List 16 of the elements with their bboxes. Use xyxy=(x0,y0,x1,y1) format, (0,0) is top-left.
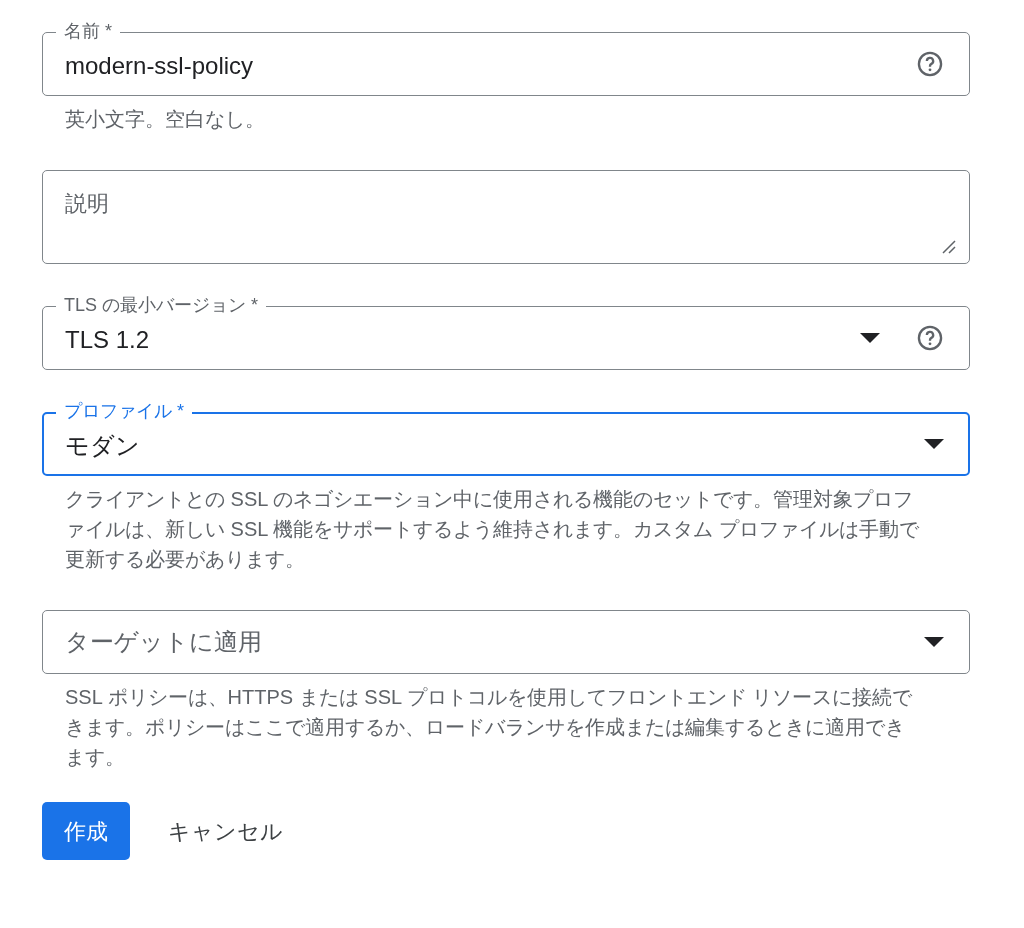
help-icon[interactable] xyxy=(916,50,944,78)
dropdown-field[interactable]: ターゲットに適用 xyxy=(42,610,970,674)
helper-text: クライアントとの SSL のネゴシエーション中に使用される機能のセットです。管理対象プロファイルは、新しい SSL 機能をサポートするよう維持されます。カスタム プロファイルは手動で更新する必要があります。 xyxy=(64,487,920,572)
cancel-button[interactable]: キャンセル xyxy=(146,802,305,860)
caret-icon xyxy=(924,637,944,647)
caret-icon xyxy=(860,333,880,343)
field-label: プロファイル * xyxy=(56,400,192,422)
field-label: 名前 * xyxy=(56,20,120,42)
help-icon[interactable] xyxy=(916,324,944,352)
helper-text: 英小文字。空白なし。 xyxy=(64,107,266,132)
description-field[interactable]: 説明 xyxy=(42,170,970,264)
resize-handle-icon[interactable] xyxy=(942,240,956,254)
create-button[interactable]: 作成 xyxy=(42,802,130,860)
caret-icon xyxy=(924,439,944,449)
helper-text: SSL ポリシーは、HTTPS または SSL プロトコルを使用してフロントエンド リソースに接続できます。ポリシーはここで適用するか、ロードバランサを作成または編集するときに適用できます。 xyxy=(64,685,914,770)
field-label: TLS の最小バージョン * xyxy=(56,294,267,316)
